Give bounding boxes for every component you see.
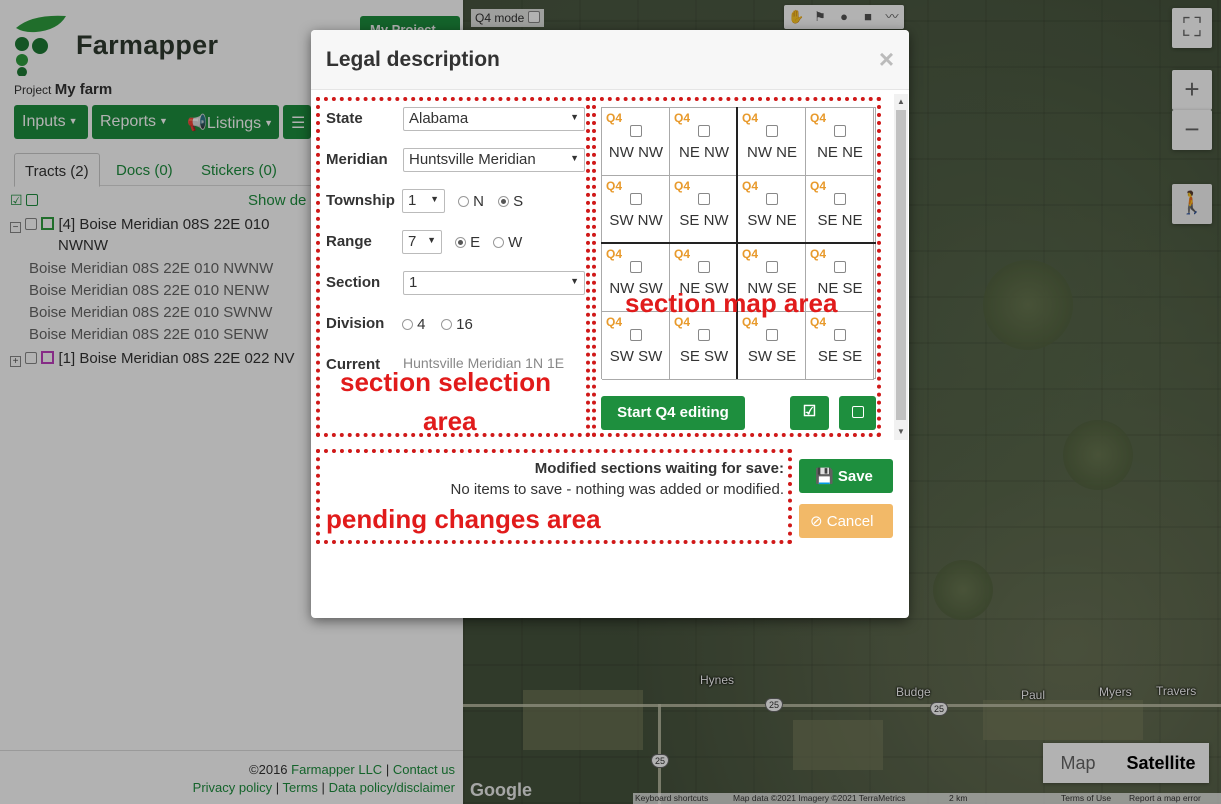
scroll-up-icon[interactable]: ▲ — [894, 95, 908, 109]
annotation-selection-label: section selection — [340, 367, 551, 397]
annotation-selection-label-2: area — [423, 406, 477, 436]
annotation-pending-label: pending changes area — [326, 504, 601, 534]
section-map-area-outline — [592, 97, 881, 437]
scroll-down-icon[interactable]: ▼ — [894, 425, 908, 439]
scrollbar-thumb[interactable] — [896, 110, 906, 420]
save-label: Save — [837, 468, 873, 485]
cancel-button[interactable]: ⊘ Cancel — [799, 504, 893, 538]
floppy-disk-icon: 💾 — [815, 468, 834, 485]
close-icon[interactable]: × — [879, 44, 894, 75]
save-button[interactable]: 💾 Save — [799, 459, 893, 493]
modal-header: Legal description × — [311, 30, 909, 90]
cancel-icon: ⊘ — [810, 513, 823, 530]
modal-title: Legal description — [326, 48, 500, 71]
annotation-map-label: section map area — [625, 288, 838, 318]
cancel-label: Cancel — [826, 513, 874, 530]
